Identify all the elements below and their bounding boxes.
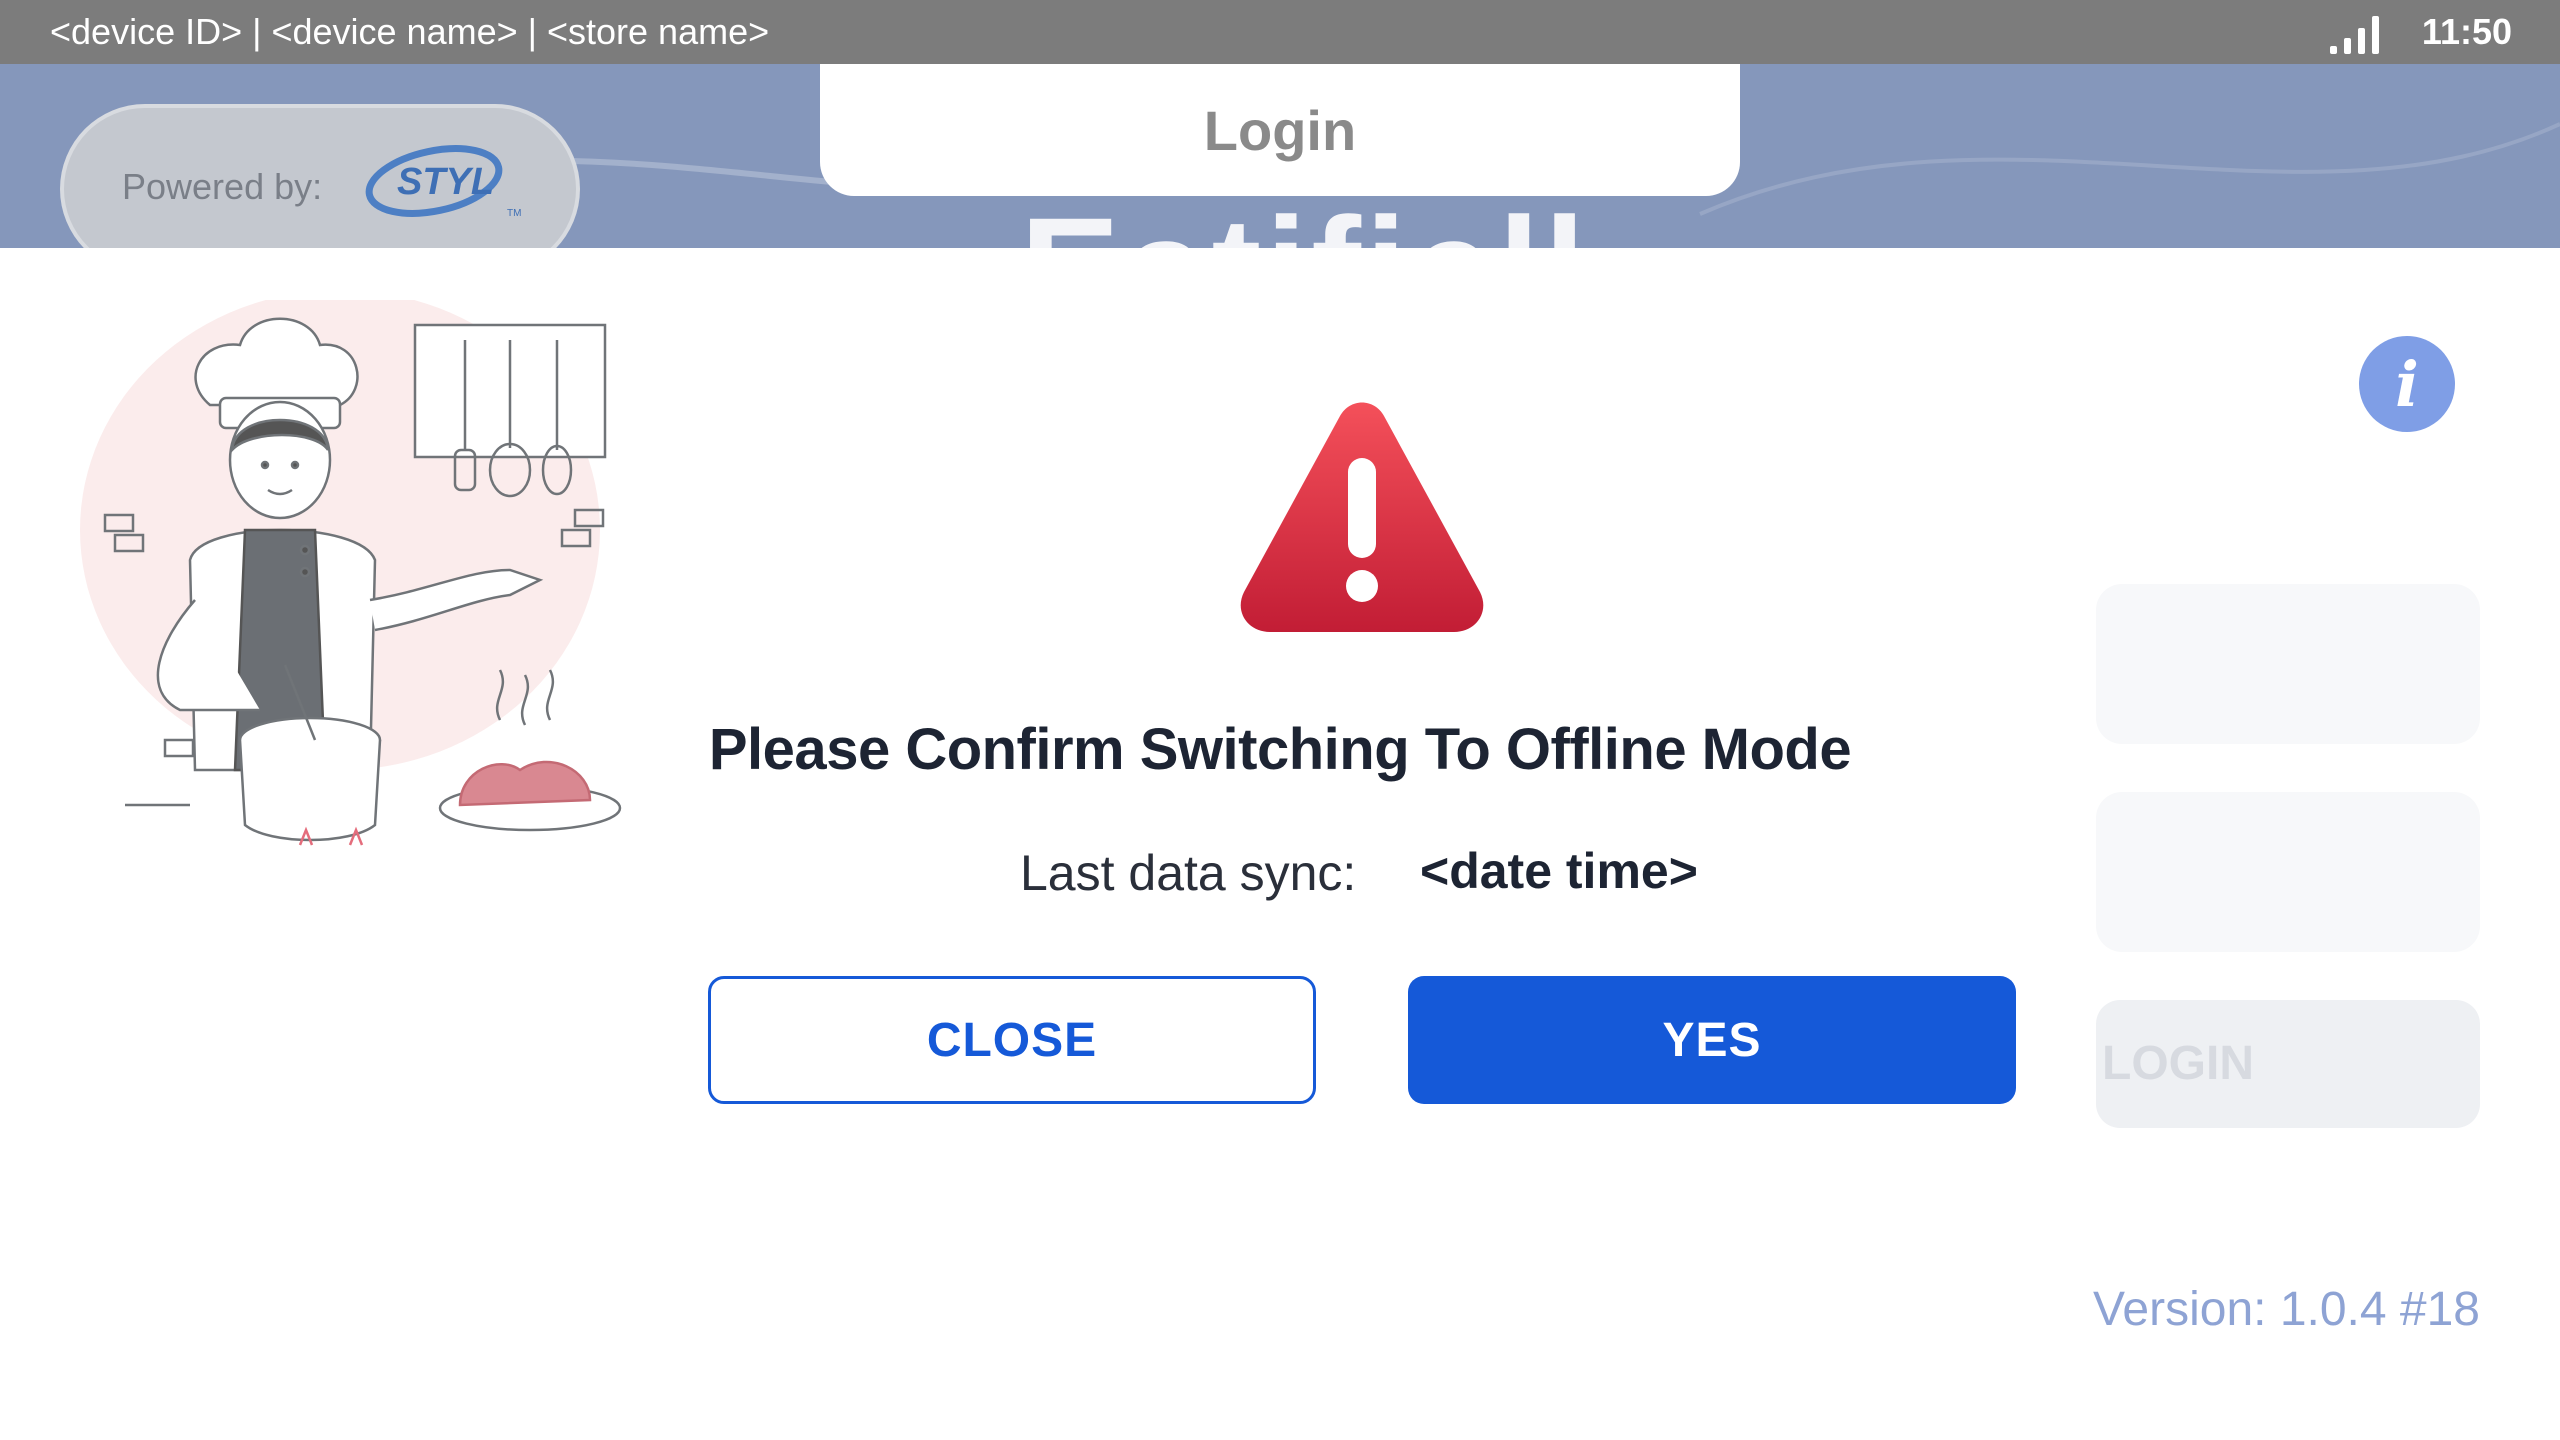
info-icon[interactable]: i: [2359, 336, 2455, 432]
yes-button-label: YES: [1662, 1013, 1762, 1067]
clock: 11:50: [2421, 11, 2512, 52]
signal-strength-icon: [2330, 16, 2379, 54]
version-label: Version: 1.0.4 #18: [2093, 1283, 2480, 1336]
page-title: Login: [1203, 98, 1357, 162]
powered-by-label: Powered by:: [122, 166, 323, 207]
info-glyph: i: [2395, 347, 2419, 421]
device-info: <device ID> | <device name> | <store nam…: [50, 11, 770, 52]
last-sync-label: Last data sync:: [1020, 845, 1357, 901]
close-button[interactable]: CLOSE: [708, 976, 1316, 1104]
close-button-label: CLOSE: [926, 1013, 1098, 1067]
powered-by-badge: Powered by: STYL TM: [60, 104, 580, 248]
status-bar: <device ID> | <device name> | <store nam…: [0, 0, 2560, 64]
styl-logo: STYL TM: [365, 145, 521, 219]
svg-text:TM: TM: [507, 208, 521, 219]
dialog-title: Please Confirm Switching To Offline Mode: [708, 717, 1852, 782]
svg-text:STYL: STYL: [397, 161, 494, 203]
login-button[interactable]: LOGIN: [2096, 1000, 2480, 1128]
login-title-card: Login: [820, 64, 1740, 196]
login-button-label: LOGIN: [2102, 1037, 2254, 1090]
yes-button[interactable]: YES: [1408, 976, 2016, 1104]
last-sync-value: <date time>: [1420, 843, 1698, 899]
password-field[interactable]: [2096, 792, 2480, 952]
warning-triangle-icon: [1240, 402, 1484, 632]
